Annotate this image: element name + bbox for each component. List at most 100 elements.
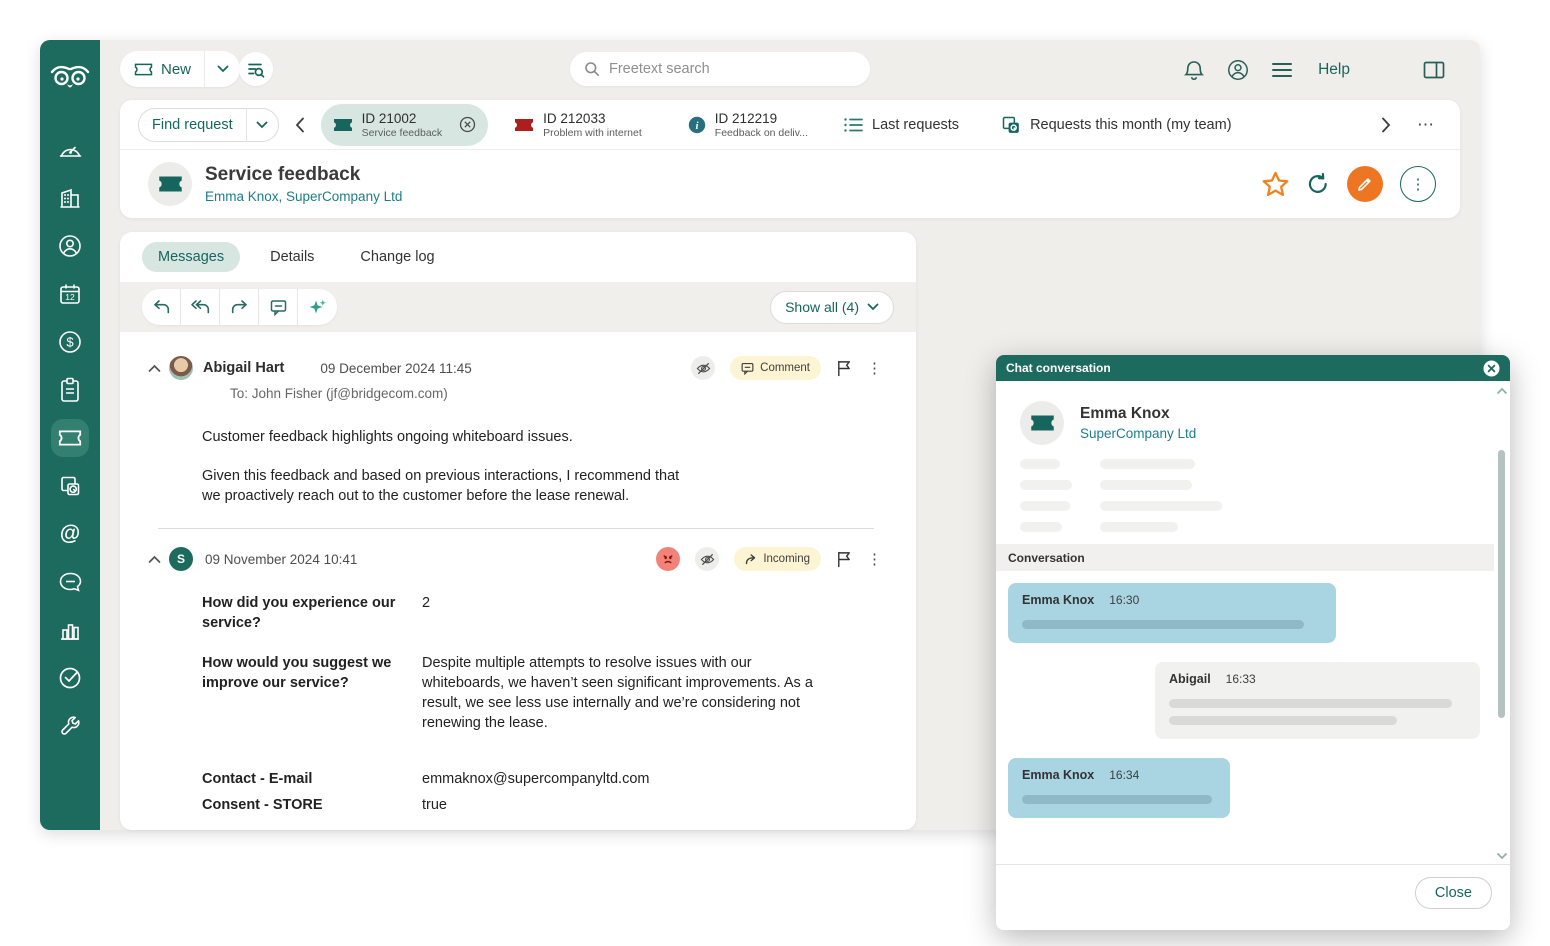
calendar-icon: 12 xyxy=(58,282,82,306)
sidebar-item-settings[interactable] xyxy=(51,707,89,745)
collapse-message-button[interactable] xyxy=(148,364,161,373)
tab-last-requests[interactable]: Last requests xyxy=(830,104,973,146)
reply-icon xyxy=(152,299,171,315)
panel-toggle-button[interactable] xyxy=(1412,50,1456,90)
sidebar-item-dashboard[interactable] xyxy=(51,131,89,169)
ai-assist-button[interactable] xyxy=(298,289,337,325)
tabs-scroll-right-button[interactable] xyxy=(1381,117,1391,133)
tab-subtitle: Problem with internet xyxy=(543,127,642,139)
chat-scrollbar[interactable] xyxy=(1495,385,1509,860)
chat-dialog-header[interactable]: Chat conversation xyxy=(996,355,1510,381)
field-value: Despite multiple attempts to resolve iss… xyxy=(422,653,836,733)
field-label: Consent - STORE xyxy=(202,795,420,815)
find-request-button[interactable]: Find request xyxy=(139,117,246,133)
scroll-up-icon[interactable] xyxy=(1496,387,1508,395)
sidebar: 12 $ @ xyxy=(40,40,100,830)
help-link[interactable]: Help xyxy=(1318,61,1350,79)
edit-request-button[interactable] xyxy=(1347,166,1383,202)
ticket-icon-red xyxy=(514,117,534,133)
sidebar-item-email[interactable]: @ xyxy=(51,515,89,553)
forward-button[interactable] xyxy=(220,289,259,325)
sidebar-item-statistics[interactable] xyxy=(51,611,89,649)
tab-messages[interactable]: Messages xyxy=(142,242,240,272)
notifications-button[interactable] xyxy=(1172,50,1216,90)
tabs-scroll-left-button[interactable] xyxy=(295,117,305,133)
ticket-icon xyxy=(1030,413,1055,433)
field-value: true xyxy=(422,795,447,815)
contact-details-skeleton xyxy=(1020,459,1510,532)
badge-label: Incoming xyxy=(763,553,810,565)
show-all-dropdown[interactable]: Show all (4) xyxy=(770,291,894,324)
chat-dialog-title: Chat conversation xyxy=(1006,361,1111,375)
request-more-menu-button[interactable]: ⋮ xyxy=(1400,166,1436,202)
new-dropdown-button[interactable] xyxy=(204,51,240,87)
chevron-down-icon xyxy=(217,65,229,73)
internal-visibility-button[interactable] xyxy=(695,547,719,571)
tab-change-log[interactable]: Change log xyxy=(344,242,450,272)
reply-button[interactable] xyxy=(142,289,181,325)
sidebar-item-companies[interactable] xyxy=(51,179,89,217)
field-label: How did you experience our service? xyxy=(202,593,420,633)
scrollbar-thumb[interactable] xyxy=(1498,450,1505,718)
tab-requests-this-month[interactable]: Requests this month (my team) xyxy=(987,104,1245,146)
chat-close-button[interactable] xyxy=(1483,360,1500,377)
conversation-label: Conversation xyxy=(1008,551,1085,565)
new-button-label: New xyxy=(161,61,191,78)
redacted-message-text xyxy=(1022,620,1304,629)
sidebar-item-contacts[interactable] xyxy=(51,227,89,265)
tab-details[interactable]: Details xyxy=(254,242,330,272)
sidebar-item-finance[interactable]: $ xyxy=(51,323,89,361)
tab-request-21002[interactable]: ID 21002 Service feedback xyxy=(321,104,489,146)
internal-visibility-button[interactable] xyxy=(691,356,715,380)
chat-contact-name: Emma Knox xyxy=(1080,405,1196,423)
sidebar-item-requests[interactable] xyxy=(51,419,89,457)
tabs-more-button[interactable]: ⋯ xyxy=(1407,115,1444,135)
eye-off-icon xyxy=(696,362,711,375)
account-button[interactable] xyxy=(1216,50,1260,90)
sidebar-item-goals[interactable] xyxy=(51,659,89,697)
flag-icon[interactable] xyxy=(836,551,852,568)
flag-icon[interactable] xyxy=(836,360,852,377)
message-timestamp: 09 November 2024 10:41 xyxy=(205,552,357,567)
pencil-icon xyxy=(1356,175,1374,193)
message-menu-button[interactable]: ⋮ xyxy=(867,552,882,567)
request-actions: ⋮ xyxy=(1262,166,1436,202)
collapse-message-button[interactable] xyxy=(148,555,161,564)
chat-messages: Emma Knox 16:30 Abigail 16:33 Emma Knox … xyxy=(996,571,1510,830)
tab-request-212033[interactable]: ID 212033 Problem with internet xyxy=(502,104,654,146)
new-request-button[interactable]: New xyxy=(120,61,204,78)
chat-bubble-left: Emma Knox 16:30 xyxy=(1008,583,1336,643)
messages-card: Messages Details Change log xyxy=(120,232,916,830)
filter-search-icon xyxy=(247,61,265,78)
sidebar-item-tasks[interactable] xyxy=(51,371,89,409)
find-request-dropdown[interactable] xyxy=(246,108,278,142)
close-tab-button[interactable] xyxy=(459,116,476,133)
request-avatar xyxy=(148,162,192,206)
refresh-icon[interactable] xyxy=(1306,172,1330,196)
chat-contact-company[interactable]: SuperCompany Ltd xyxy=(1080,426,1196,441)
bubble-author: Emma Knox xyxy=(1022,768,1094,782)
list-icon xyxy=(844,117,863,133)
reply-all-button[interactable] xyxy=(181,289,220,325)
sidebar-item-chat[interactable] xyxy=(51,563,89,601)
new-request-button-group: New xyxy=(120,51,240,87)
request-contact-link[interactable]: Emma Knox, SuperCompany Ltd xyxy=(205,189,402,204)
main-menu-button[interactable] xyxy=(1260,50,1304,90)
report-squares-icon xyxy=(58,474,82,498)
favorite-star-icon[interactable] xyxy=(1262,171,1289,197)
sidebar-item-calendar[interactable]: 12 xyxy=(51,275,89,313)
buildings-icon xyxy=(58,186,82,210)
add-comment-button[interactable] xyxy=(259,289,298,325)
filter-search-button[interactable] xyxy=(239,52,273,86)
search-input[interactable] xyxy=(609,61,856,77)
message-menu-button[interactable]: ⋮ xyxy=(867,361,882,376)
close-circle-icon xyxy=(459,116,476,133)
chat-close-footer-button[interactable]: Close xyxy=(1415,877,1492,909)
bell-icon xyxy=(1183,59,1205,82)
tab-request-212219[interactable]: i ID 212219 Feedback on deliv... xyxy=(676,104,820,146)
scroll-down-icon[interactable] xyxy=(1496,852,1508,860)
panel-toggle-icon xyxy=(1423,61,1445,79)
sidebar-item-views[interactable] xyxy=(51,467,89,505)
chat-dialog-footer: Close xyxy=(996,864,1510,930)
survey-fields: How did you experience our service? 2 Ho… xyxy=(202,593,882,815)
